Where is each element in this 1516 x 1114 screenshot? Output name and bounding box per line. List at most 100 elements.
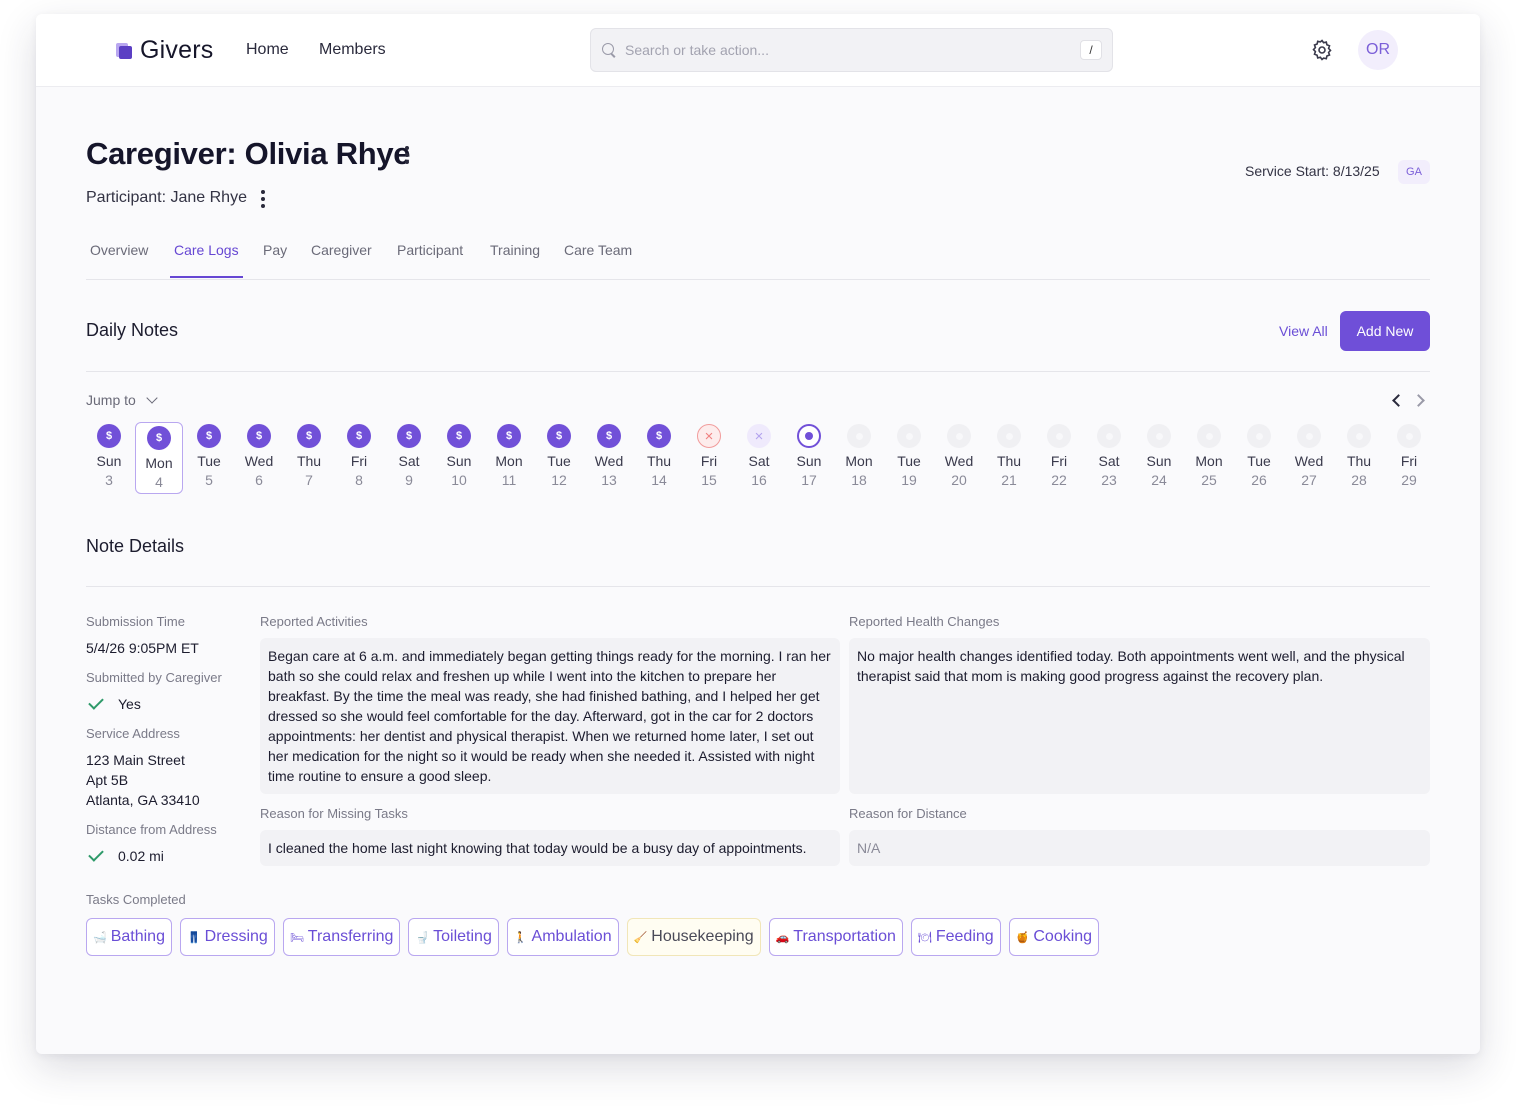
tab-caregiver[interactable]: Caregiver [311, 242, 372, 258]
day-sun-17[interactable]: Sun 17 [785, 422, 833, 494]
check-icon [88, 846, 104, 862]
task-chip-bathing[interactable]: 🛁 Bathing [86, 918, 172, 956]
task-chip-transportation[interactable]: 🚗 Transportation [768, 918, 903, 956]
search-input[interactable]: Search or take action... [625, 42, 1080, 58]
day-mon-4[interactable]: $ Mon 4 [135, 422, 183, 494]
day-sat-9[interactable]: $ Sat 9 [385, 422, 433, 494]
paid-icon: $ [447, 424, 471, 448]
day-tue-19[interactable]: Tue 19 [885, 422, 933, 494]
day-mon-18[interactable]: Mon 18 [835, 422, 883, 494]
upcoming-day-icon [1247, 424, 1271, 448]
day-tue-5[interactable]: $ Tue 5 [185, 422, 233, 494]
participant-more-icon[interactable] [261, 190, 265, 211]
caregiver-more-icon[interactable] [405, 146, 409, 167]
day-name: Thu [646, 453, 672, 469]
logo[interactable]: Givers [116, 36, 213, 65]
gear-icon[interactable] [1310, 38, 1334, 62]
day-sun-3[interactable]: $ Sun 3 [86, 422, 133, 494]
day-fri-15[interactable]: × Fri 15 [685, 422, 733, 494]
day-name: Thu [996, 453, 1022, 469]
day-name: Wed [594, 453, 624, 469]
day-name: Thu [1346, 453, 1372, 469]
chevron-down-icon [146, 392, 158, 404]
day-thu-21[interactable]: Thu 21 [985, 422, 1033, 494]
nav-home[interactable]: Home [246, 41, 289, 59]
day-wed-20[interactable]: Wed 20 [935, 422, 983, 494]
divider [86, 371, 1430, 372]
day-sat-23[interactable]: Sat 23 [1085, 422, 1133, 494]
task-chip-cooking[interactable]: 🍯 Cooking [1008, 918, 1100, 956]
day-fri-22[interactable]: Fri 22 [1035, 422, 1083, 494]
paid-icon: $ [547, 424, 571, 448]
task-chip-transferring[interactable]: 🛏 Transferring [282, 918, 401, 956]
jump-to-label: Jump to [86, 392, 136, 408]
tab-care-logs[interactable]: Care Logs [174, 242, 239, 258]
chevron-right-icon[interactable] [1412, 394, 1425, 407]
day-mon-11[interactable]: $ Mon 11 [485, 422, 533, 494]
day-tue-26[interactable]: Tue 26 [1235, 422, 1283, 494]
ambulation-icon: 🚶 [513, 931, 528, 944]
day-wed-27[interactable]: Wed 27 [1285, 422, 1333, 494]
service-address-label: Service Address [86, 726, 180, 741]
chevron-left-icon[interactable] [1392, 394, 1405, 407]
day-sun-10[interactable]: $ Sun 10 [435, 422, 483, 494]
tab-pay[interactable]: Pay [263, 242, 287, 258]
task-chip-ambulation[interactable]: 🚶 Ambulation [506, 918, 619, 956]
day-number: 26 [1251, 472, 1267, 488]
day-mon-25[interactable]: Mon 25 [1185, 422, 1233, 494]
upcoming-day-icon [897, 424, 921, 448]
tab-overview[interactable]: Overview [90, 242, 148, 258]
submission-time-value: 5/4/26 9:05PM ET [86, 640, 199, 656]
divider [86, 586, 1430, 587]
app-name: Givers [140, 36, 214, 64]
daily-notes-title: Daily Notes [86, 320, 179, 340]
housekeeping-icon: 🧹 [633, 931, 648, 944]
day-name: Fri [700, 453, 718, 469]
day-number: 11 [501, 472, 517, 488]
day-thu-7[interactable]: $ Thu 7 [285, 422, 333, 494]
day-sat-16[interactable]: × Sat 16 [735, 422, 783, 494]
tab-training[interactable]: Training [490, 242, 540, 258]
upcoming-day-icon [1397, 424, 1421, 448]
task-chip-dressing[interactable]: 👖 Dressing [179, 918, 275, 956]
day-name: Wed [244, 453, 274, 469]
task-chip-feeding[interactable]: 🍽 Feeding [910, 918, 1001, 956]
day-number: 16 [751, 472, 767, 488]
day-wed-6[interactable]: $ Wed 6 [235, 422, 283, 494]
day-fri-29[interactable]: Fri 29 [1385, 422, 1433, 494]
day-number: 28 [1351, 472, 1367, 488]
day-fri-8[interactable]: $ Fri 8 [335, 422, 383, 494]
task-chip-housekeeping[interactable]: 🧹 Housekeeping [626, 918, 761, 956]
day-sun-24[interactable]: Sun 24 [1135, 422, 1183, 494]
off-day-icon: × [747, 424, 771, 448]
day-name: Fri [350, 453, 368, 469]
upcoming-day-icon [1097, 424, 1121, 448]
add-new-button[interactable]: Add New [1340, 311, 1430, 351]
paid-icon: $ [147, 426, 171, 450]
day-name: Mon [145, 455, 173, 471]
paid-icon: $ [297, 424, 321, 448]
task-chip-toileting[interactable]: 🚽 Toileting [408, 918, 499, 956]
day-number: 27 [1301, 472, 1317, 488]
avatar[interactable]: OR [1358, 30, 1398, 70]
day-number: 14 [651, 472, 667, 488]
day-number: 29 [1401, 472, 1417, 488]
day-name: Sat [398, 453, 420, 469]
day-name: Sat [1098, 453, 1120, 469]
day-number: 21 [1001, 472, 1017, 488]
day-thu-14[interactable]: $ Thu 14 [635, 422, 683, 494]
tab-care-team[interactable]: Care Team [564, 242, 632, 258]
paid-icon: $ [347, 424, 371, 448]
paid-icon: $ [597, 424, 621, 448]
cooking-icon: 🍯 [1015, 931, 1030, 944]
day-tue-12[interactable]: $ Tue 12 [535, 422, 583, 494]
day-thu-28[interactable]: Thu 28 [1335, 422, 1383, 494]
jump-to-dropdown[interactable]: Jump to [86, 392, 158, 408]
tab-participant[interactable]: Participant [397, 242, 463, 258]
task-label: Dressing [204, 928, 268, 945]
search-bar[interactable]: Search or take action... / [590, 28, 1113, 72]
task-label: Cooking [1033, 928, 1093, 945]
nav-members[interactable]: Members [319, 41, 386, 59]
view-all-link[interactable]: View All [1279, 323, 1328, 339]
day-wed-13[interactable]: $ Wed 13 [585, 422, 633, 494]
